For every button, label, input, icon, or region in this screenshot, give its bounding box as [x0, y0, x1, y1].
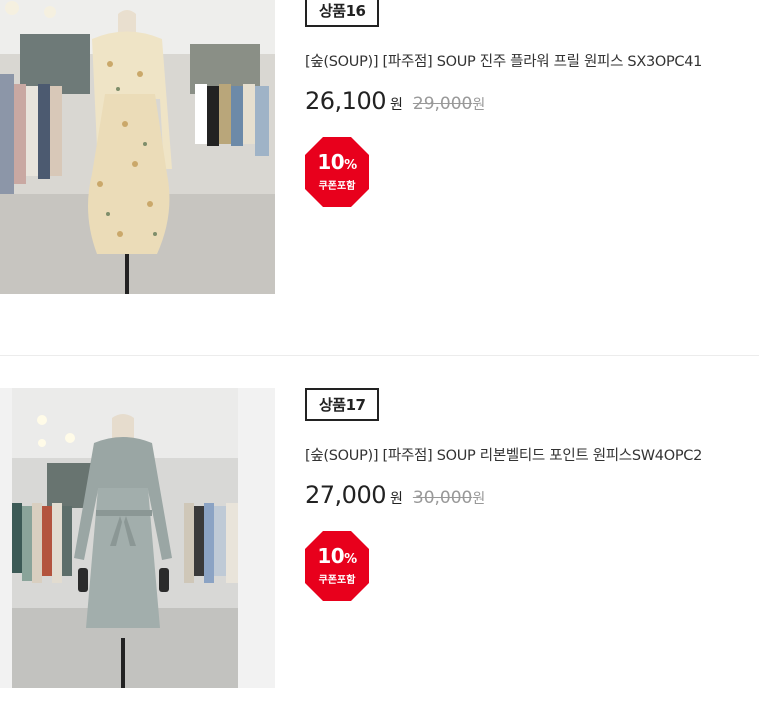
product-image[interactable] [0, 388, 275, 688]
coupon-label: 쿠폰포함 [318, 181, 356, 192]
product-image[interactable] [0, 0, 275, 294]
price-row: 26,100 원 29,000 원 [305, 87, 745, 115]
coupon-discount-badge: 10% 쿠폰포함 [305, 137, 369, 207]
product-info: 상품17 [숲(SOUP)] [파주점] SOUP 리본벨티드 포인트 원피스S… [305, 388, 745, 601]
original-price: 29,000 [412, 94, 473, 114]
coupon-discount-badge: 10% 쿠폰포함 [305, 531, 369, 601]
coupon-label: 쿠폰포함 [318, 575, 356, 586]
sale-price: 27,000 [305, 481, 386, 509]
coupon-percent: 10% [317, 150, 357, 174]
sale-price-currency: 원 [389, 97, 403, 113]
product-info: 상품16 [숲(SOUP)] [파주점] SOUP 진주 플라워 프릴 원피스 … [305, 0, 745, 207]
sale-price-currency: 원 [389, 491, 403, 507]
original-price-currency: 원 [472, 97, 486, 113]
product-number-badge: 상품17 [305, 388, 380, 421]
product-card[interactable]: 상품16 [숲(SOUP)] [파주점] SOUP 진주 플라워 프릴 원피스 … [0, 0, 759, 300]
product-number-badge: 상품16 [305, 0, 380, 27]
sale-price: 26,100 [305, 87, 386, 115]
product-title[interactable]: [숲(SOUP)] [파주점] SOUP 리본벨티드 포인트 원피스SW4OPC… [305, 445, 745, 467]
price-row: 27,000 원 30,000 원 [305, 481, 745, 509]
coupon-percent: 10% [317, 544, 357, 568]
original-price-currency: 원 [472, 491, 486, 507]
divider [0, 355, 759, 356]
product-title[interactable]: [숲(SOUP)] [파주점] SOUP 진주 플라워 프릴 원피스 SX3OP… [305, 51, 745, 73]
product-card[interactable]: 상품17 [숲(SOUP)] [파주점] SOUP 리본벨티드 포인트 원피스S… [0, 388, 759, 688]
original-price: 30,000 [412, 488, 473, 508]
